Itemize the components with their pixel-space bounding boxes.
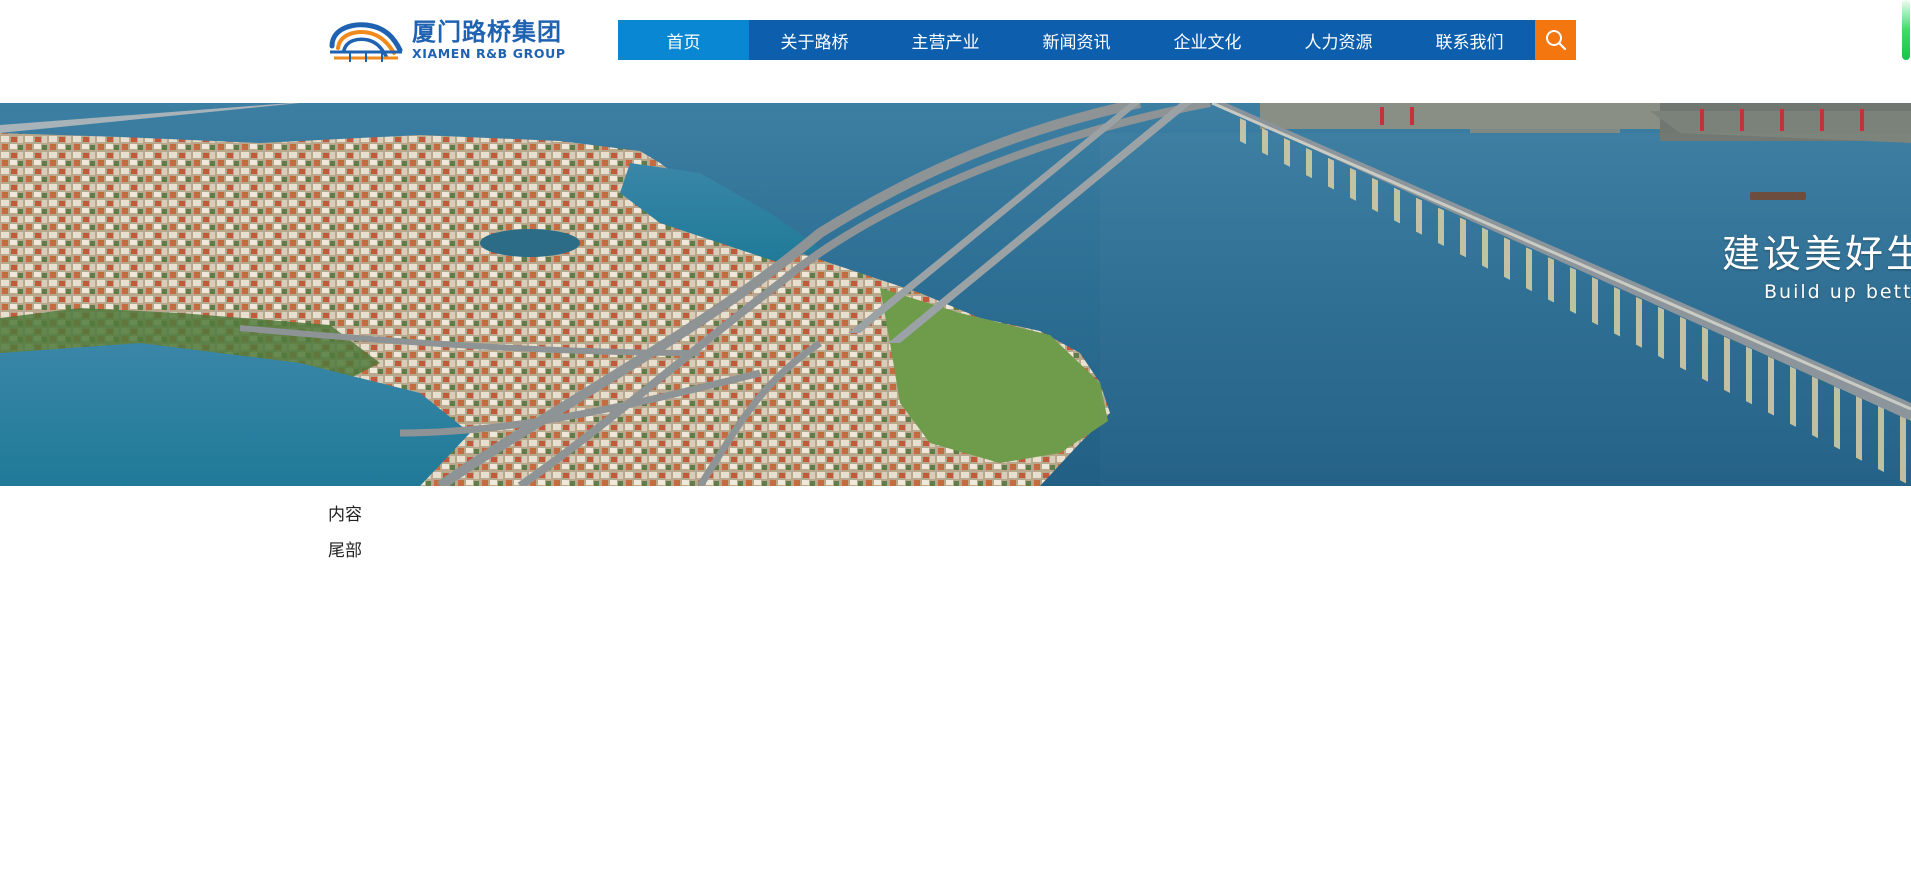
nav-item-about[interactable]: 关于路桥 <box>749 20 880 60</box>
main-nav: 首页 关于路桥 主营产业 新闻资讯 企业文化 人力资源 联系我们 <box>618 20 1576 60</box>
nav-item-news[interactable]: 新闻资讯 <box>1011 20 1142 60</box>
site-header: 厦门路桥集团 XIAMEN R&B GROUP 首页 关于路桥 主营产业 新闻资… <box>0 0 1911 103</box>
nav-item-contact[interactable]: 联系我们 <box>1404 20 1535 60</box>
logo-mark-icon <box>329 22 403 62</box>
banner-slogan-en: Build up better <box>1764 281 1911 303</box>
content-placeholder: 内容 <box>328 505 362 525</box>
search-icon <box>1545 30 1566 51</box>
logo-text: 厦门路桥集团 XIAMEN R&B GROUP <box>412 20 566 61</box>
banner-image <box>0 103 1911 486</box>
logo-name-en: XIAMEN R&B GROUP <box>412 45 566 61</box>
search-button[interactable] <box>1535 20 1576 60</box>
site-logo[interactable]: 厦门路桥集团 XIAMEN R&B GROUP <box>328 16 568 64</box>
scroll-indicator[interactable] <box>1901 0 1911 62</box>
banner-slogan: 建设美好生 Build up better <box>1722 235 1911 303</box>
nav-item-hr[interactable]: 人力资源 <box>1273 20 1404 60</box>
nav-item-home[interactable]: 首页 <box>618 20 749 60</box>
nav-item-business[interactable]: 主营产业 <box>880 20 1011 60</box>
nav-item-culture[interactable]: 企业文化 <box>1142 20 1273 60</box>
footer-placeholder: 尾部 <box>328 541 362 561</box>
hero-banner: 建设美好生 Build up better <box>0 103 1911 486</box>
logo-name-cn: 厦门路桥集团 <box>412 17 562 46</box>
banner-slogan-cn: 建设美好生 <box>1722 232 1911 276</box>
